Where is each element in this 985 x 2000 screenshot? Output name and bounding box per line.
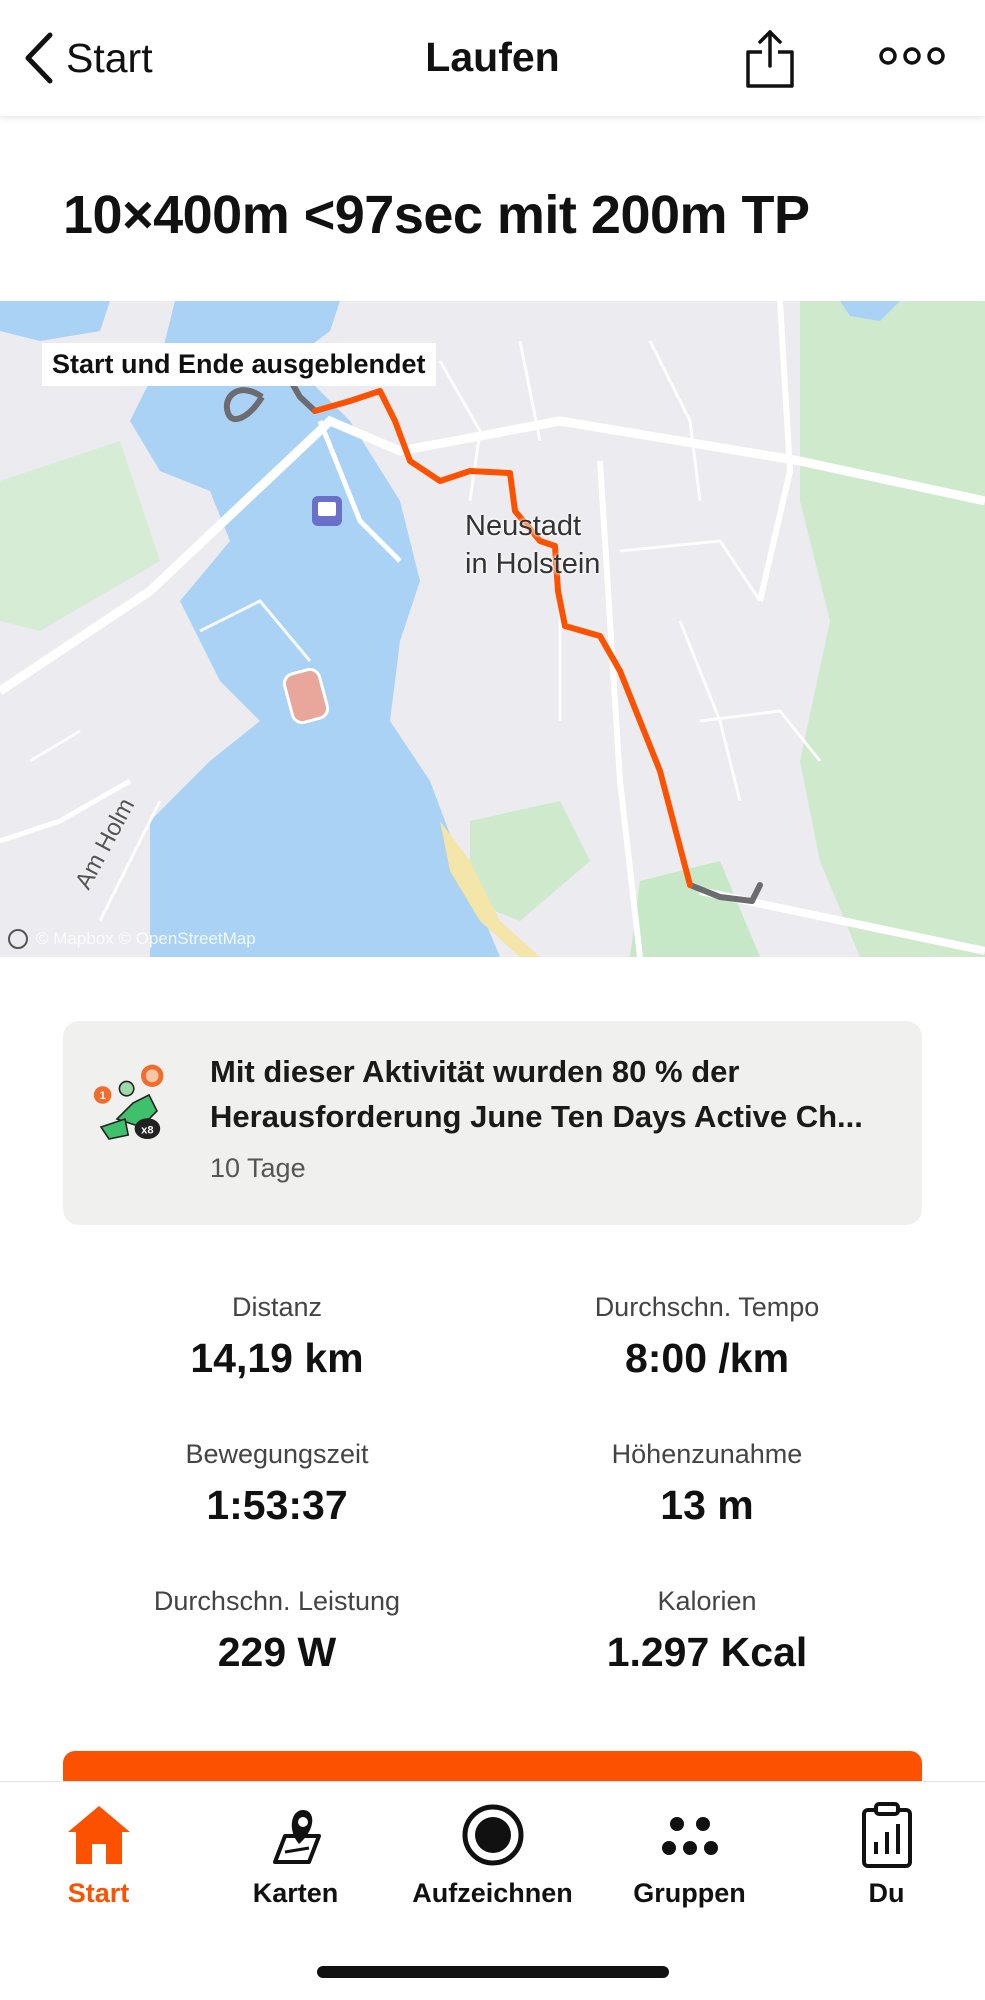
stat-avg-power: Durchschn. Leistung 229 W: [67, 1586, 487, 1676]
map-town-label: Neustadt in Holstein: [465, 510, 601, 580]
profile-stats-icon: [861, 1802, 912, 1868]
map-attribution[interactable]: © Mapbox © OpenStreetMap: [8, 929, 256, 949]
challenge-card[interactable]: x8 1 Mit dieser Aktivität wurden 80 % de…: [63, 1021, 922, 1225]
top-bar: Start Laufen: [0, 0, 985, 116]
svg-text:x8: x8: [141, 1124, 153, 1136]
stat-value: 1.297 Kcal: [606, 1629, 808, 1675]
share-icon[interactable]: [744, 28, 796, 90]
stat-elevation-gain: Höhenzunahme 13 m: [497, 1439, 917, 1529]
stat-value: 1:53:37: [206, 1482, 348, 1528]
nav-label: Gruppen: [633, 1878, 746, 1908]
mapbox-logo-icon: [8, 929, 28, 949]
nav-label: Aufzeichnen: [412, 1878, 573, 1908]
nav-aufzeichnen[interactable]: Aufzeichnen: [394, 1800, 591, 1920]
back-label: Start: [66, 34, 153, 81]
challenge-badge-icon: x8 1: [93, 1064, 164, 1140]
stat-label: Bewegungszeit: [185, 1439, 369, 1469]
stat-label: Durchschn. Leistung: [153, 1586, 401, 1616]
map-pin-icon: [272, 1810, 321, 1864]
route-map[interactable]: Neustadt in Holstein Am Holm: [0, 301, 985, 957]
page-title: Laufen: [425, 34, 560, 80]
record-icon: [462, 1804, 523, 1866]
stat-value: 8:00 /km: [624, 1335, 790, 1381]
activity-title: 10×400m <97sec mit 200m TP: [63, 185, 810, 245]
nav-start[interactable]: Start: [0, 1800, 197, 1920]
home-indicator[interactable]: [317, 1966, 669, 1978]
nav-du[interactable]: Du: [788, 1800, 985, 1920]
nav-gruppen[interactable]: Gruppen: [591, 1800, 788, 1920]
stat-avg-pace: Durchschn. Tempo 8:00 /km: [497, 1292, 917, 1382]
challenge-text: Mit dieser Aktivität wurden 80 % der Her…: [210, 1054, 863, 1134]
stat-value: 14,19 km: [190, 1335, 364, 1381]
nav-label: Du: [868, 1878, 905, 1908]
svg-text:1: 1: [99, 1090, 105, 1102]
stat-moving-time: Bewegungszeit 1:53:37: [67, 1439, 487, 1529]
stat-label: Durchschn. Tempo: [594, 1292, 820, 1322]
map-canvas: [0, 301, 985, 957]
stat-label: Höhenzunahme: [611, 1439, 803, 1469]
stat-calories: Kalorien 1.297 Kcal: [497, 1586, 917, 1676]
home-icon: [67, 1806, 130, 1864]
stat-distance: Distanz 14,19 km: [67, 1292, 487, 1382]
back-button[interactable]: Start: [22, 30, 153, 86]
nav-label: Start: [67, 1878, 130, 1908]
challenge-duration: 10 Tage: [210, 1153, 306, 1183]
groups-icon: [661, 1817, 718, 1855]
stat-value: 13 m: [660, 1482, 754, 1528]
stat-label: Kalorien: [657, 1586, 757, 1616]
nav-karten[interactable]: Karten: [197, 1800, 394, 1920]
nav-label: Karten: [252, 1878, 339, 1908]
more-options-icon[interactable]: [878, 38, 946, 74]
chevron-left-icon: [25, 32, 53, 84]
stat-label: Distanz: [231, 1292, 323, 1322]
map-notice: Start und Ende ausgeblendet: [42, 343, 436, 386]
stat-value: 229 W: [217, 1629, 337, 1675]
